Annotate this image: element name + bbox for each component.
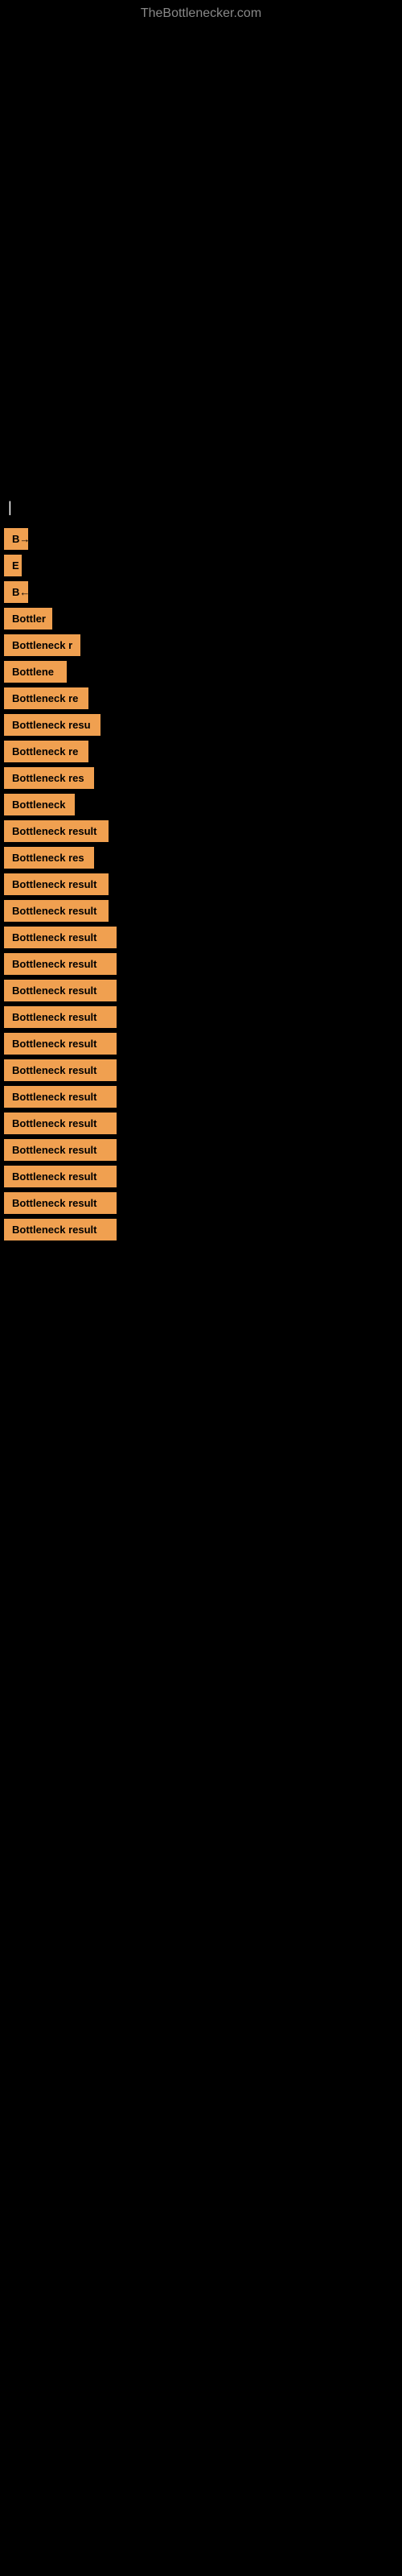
section-label: | xyxy=(0,491,402,520)
list-item: Bottleneck result xyxy=(0,1219,402,1241)
list-item: Bottleneck result xyxy=(0,900,402,922)
list-item: Bottleneck result xyxy=(0,1059,402,1081)
list-item: E xyxy=(0,555,402,576)
list-item: Bottleneck result xyxy=(0,953,402,975)
list-item: Bottleneck res xyxy=(0,767,402,789)
list-item: Bottleneck result xyxy=(0,1192,402,1214)
bottleneck-bar: B→ xyxy=(4,528,28,550)
list-item: B← xyxy=(0,581,402,603)
bottleneck-bar: Bottleneck result xyxy=(4,820,109,842)
list-item: Bottleneck result xyxy=(0,873,402,895)
list-item: Bottlene xyxy=(0,661,402,683)
bottleneck-bar: Bottleneck result xyxy=(4,953,117,975)
bottleneck-bar: Bottleneck result xyxy=(4,1192,117,1214)
bottleneck-bar: Bottleneck result xyxy=(4,1086,117,1108)
list-item: Bottleneck re xyxy=(0,687,402,709)
list-item: Bottleneck r xyxy=(0,634,402,656)
list-item: Bottleneck re xyxy=(0,741,402,762)
bottleneck-bar: Bottleneck res xyxy=(4,847,94,869)
bottleneck-bar: Bottleneck result xyxy=(4,927,117,948)
bottleneck-bar: Bottleneck result xyxy=(4,1139,117,1161)
list-item: Bottleneck resu xyxy=(0,714,402,736)
bottleneck-bar: B← xyxy=(4,581,28,603)
list-item: Bottleneck result xyxy=(0,1033,402,1055)
site-title: TheBottlenecker.com xyxy=(0,0,402,24)
bottleneck-bar: Bottleneck re xyxy=(4,741,88,762)
bottleneck-bar: Bottleneck result xyxy=(4,1219,117,1241)
list-item: Bottleneck result xyxy=(0,980,402,1001)
bottleneck-bar: Bottleneck xyxy=(4,794,75,815)
list-item: Bottleneck result xyxy=(0,927,402,948)
items-container: B→ E B← Bottler Bottleneck r Bottlene Bottlene… xyxy=(0,520,402,1249)
bottleneck-bar: Bottleneck result xyxy=(4,1059,117,1081)
list-item: B→ xyxy=(0,528,402,550)
list-item: Bottleneck result xyxy=(0,1113,402,1134)
bottleneck-bar: Bottleneck re xyxy=(4,687,88,709)
bottleneck-bar: Bottlene xyxy=(4,661,67,683)
list-item: Bottleneck result xyxy=(0,820,402,842)
list-item: Bottleneck result xyxy=(0,1166,402,1187)
bottleneck-bar: Bottler xyxy=(4,608,52,630)
bottleneck-bar: Bottleneck resu xyxy=(4,714,100,736)
bottleneck-bar: Bottleneck result xyxy=(4,873,109,895)
bottleneck-bar: Bottleneck result xyxy=(4,1166,117,1187)
list-item: Bottleneck result xyxy=(0,1139,402,1161)
list-item: Bottleneck result xyxy=(0,1086,402,1108)
list-item: Bottler xyxy=(0,608,402,630)
bottleneck-bar: Bottleneck result xyxy=(4,900,109,922)
bottleneck-bar: Bottleneck r xyxy=(4,634,80,656)
bottleneck-bar: Bottleneck result xyxy=(4,1113,117,1134)
bottleneck-bar: Bottleneck result xyxy=(4,1006,117,1028)
chart-area xyxy=(0,24,402,491)
list-item: Bottleneck res xyxy=(0,847,402,869)
list-item: Bottleneck xyxy=(0,794,402,815)
bottleneck-bar: Bottleneck result xyxy=(4,980,117,1001)
bottleneck-bar: E xyxy=(4,555,22,576)
bottleneck-bar: Bottleneck result xyxy=(4,1033,117,1055)
bottleneck-bar: Bottleneck res xyxy=(4,767,94,789)
list-item: Bottleneck result xyxy=(0,1006,402,1028)
